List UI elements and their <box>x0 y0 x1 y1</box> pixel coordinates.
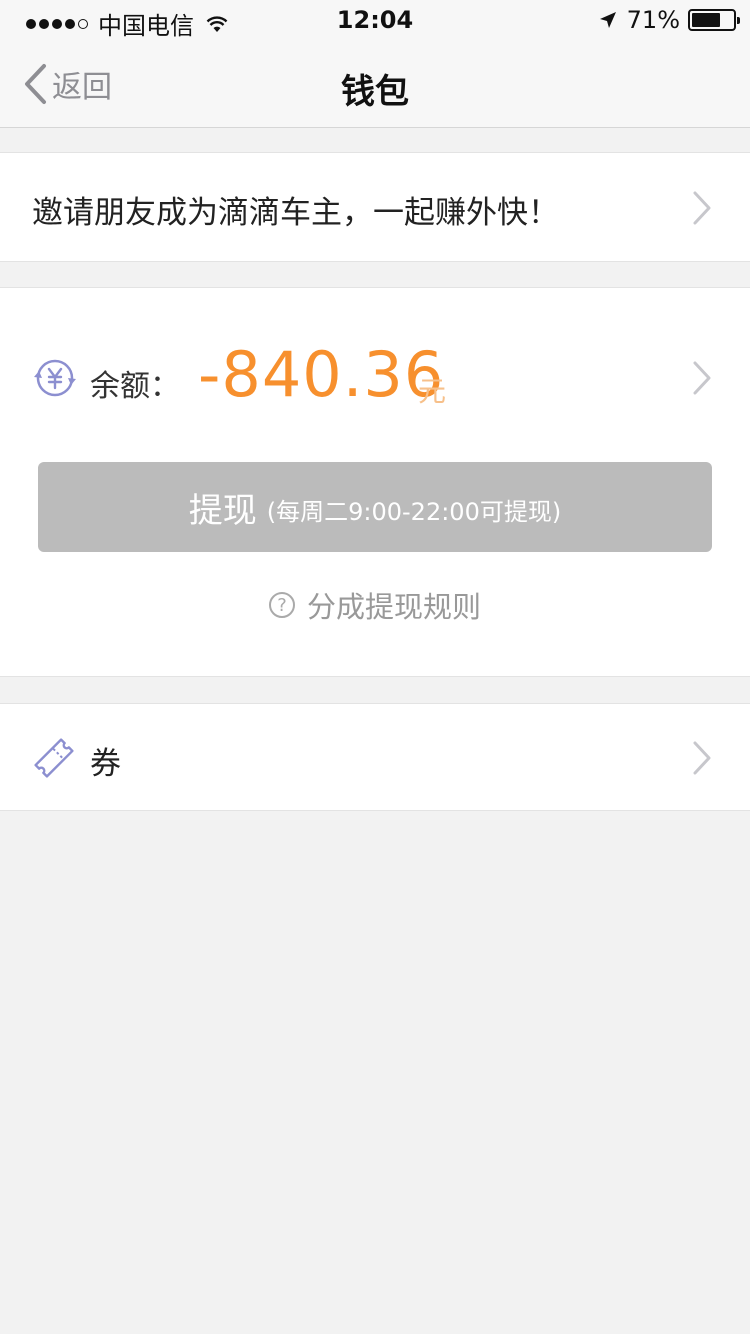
yuan-cycle-icon <box>34 359 76 397</box>
navigation-bar: 返回 钱包 <box>0 40 750 128</box>
invite-friends-row[interactable]: 邀请朋友成为滴滴车主，一起赚外快！ <box>0 152 750 262</box>
battery-icon <box>688 9 740 31</box>
status-bar-right: 71% <box>599 6 740 34</box>
status-bar: 中国电信 12:04 71% <box>0 0 750 40</box>
coupon-row[interactable]: 券 <box>0 703 750 811</box>
chevron-right-icon <box>693 741 711 775</box>
invite-text: 邀请朋友成为滴滴车主，一起赚外快！ <box>32 195 559 231</box>
withdraw-label: 提现 <box>188 490 257 531</box>
wallet-section: 余额： -840.36 元 提现 (每周二9:00-22:00可提现) ? 分成… <box>0 287 750 677</box>
withdraw-button[interactable]: 提现 (每周二9:00-22:00可提现) <box>38 462 712 552</box>
chevron-right-icon <box>693 191 711 225</box>
withdraw-schedule-note: (每周二9:00-22:00可提现) <box>266 497 562 526</box>
battery-fill <box>692 13 721 27</box>
withdraw-rules-link[interactable]: ? 分成提现规则 <box>0 584 750 626</box>
balance-unit: 元 <box>418 375 447 408</box>
coupon-label: 券 <box>90 746 121 782</box>
ticket-icon <box>34 738 74 778</box>
battery-percentage: 71% <box>626 6 680 34</box>
question-icon: ? <box>268 592 295 618</box>
page-title: 钱包 <box>341 72 409 112</box>
balance-amount: -840.36 <box>198 338 445 411</box>
location-arrow-icon <box>599 12 616 28</box>
balance-chevron-right-icon[interactable] <box>692 360 712 396</box>
balance-label: 余额： <box>90 369 180 404</box>
rules-label: 分成提现规则 <box>306 590 481 624</box>
